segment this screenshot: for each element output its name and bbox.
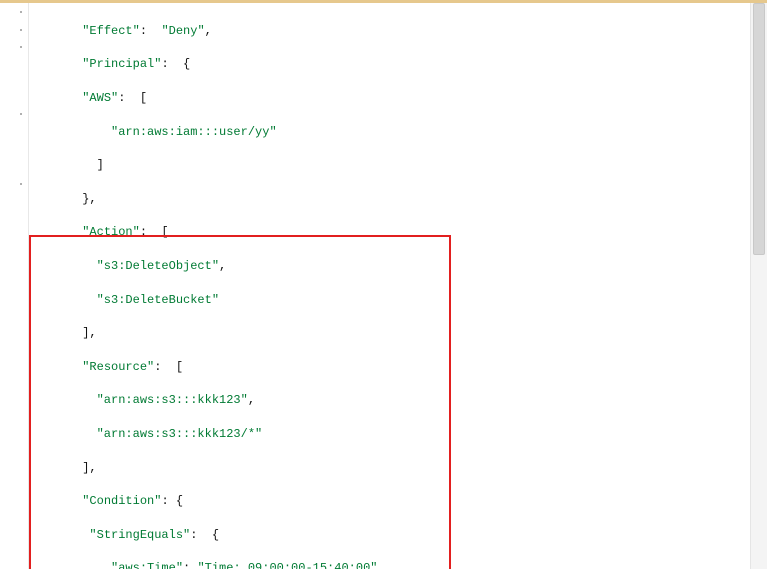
- code-line: "arn:aws:s3:::kkk123",: [39, 392, 377, 409]
- vertical-scrollbar[interactable]: [750, 3, 767, 569]
- scrollbar-thumb[interactable]: [753, 3, 765, 255]
- code-line: "aws:Time": "Time: 09:00:00-15:40:00": [39, 560, 377, 569]
- code-line: ]: [39, 157, 377, 174]
- code-line: "Condition": {: [39, 493, 377, 510]
- code-line: "Resource": [: [39, 359, 377, 376]
- code-line: "StringEquals": {: [39, 527, 377, 544]
- code-line: "s3:DeleteBucket": [39, 292, 377, 309]
- code-line: "AWS": [: [39, 90, 377, 107]
- code-area[interactable]: "Effect": "Deny", "Principal": { "AWS": …: [29, 3, 377, 569]
- code-line: "Effect": "Deny",: [39, 23, 377, 40]
- code-line: ],: [39, 460, 377, 477]
- code-line: ],: [39, 325, 377, 342]
- code-line: "Action": [: [39, 224, 377, 241]
- gutter: [0, 3, 29, 569]
- code-editor: "Effect": "Deny", "Principal": { "AWS": …: [0, 3, 767, 569]
- code-line: },: [39, 191, 377, 208]
- code-line: "Principal": {: [39, 56, 377, 73]
- code-line: "s3:DeleteObject",: [39, 258, 377, 275]
- code-line: "arn:aws:s3:::kkk123/*": [39, 426, 377, 443]
- code-line: "arn:aws:iam:::user/yy": [39, 124, 377, 141]
